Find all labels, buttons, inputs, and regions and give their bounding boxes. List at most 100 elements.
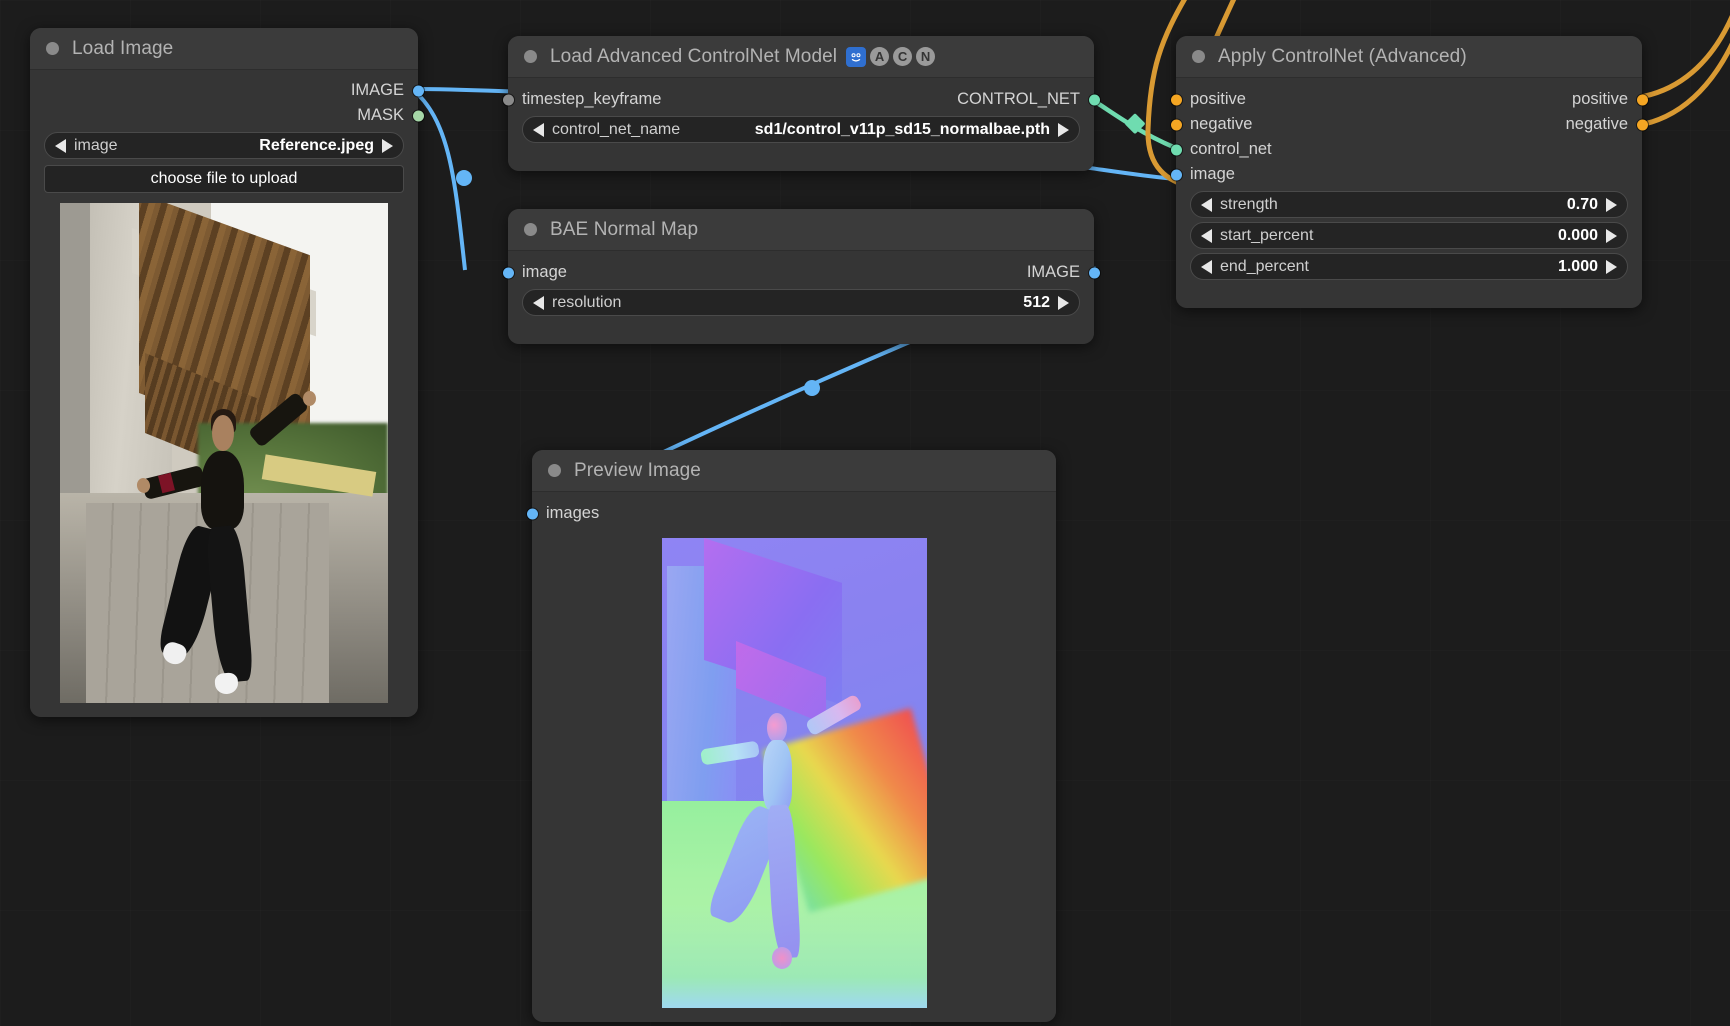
slot-row-image-image: image IMAGE <box>502 260 1100 285</box>
output-label-negative: negative <box>1565 115 1628 133</box>
widget-strength-number[interactable]: strength 0.70 <box>1190 191 1628 218</box>
node-preview-image[interactable]: Preview Image images <box>526 450 1056 1022</box>
chevron-right-icon[interactable] <box>1606 197 1617 212</box>
widget-value-control-net-name: sd1/control_v11p_sd15_normalbae.pth <box>754 120 1050 138</box>
node-bae-normal-map[interactable]: BAE Normal Map image IMAGE resolution 51… <box>502 209 1100 344</box>
output-port-control-net[interactable] <box>1088 94 1100 105</box>
widget-value-end-percent: 1.000 <box>1557 257 1598 275</box>
reference-photo <box>60 203 388 703</box>
output-port-negative[interactable] <box>1636 119 1648 130</box>
chevron-right-icon[interactable] <box>1606 259 1617 274</box>
widget-label-end-percent: end_percent <box>1220 257 1309 275</box>
node-title-text: Preview Image <box>574 459 701 481</box>
chevron-right-icon[interactable] <box>1606 228 1617 243</box>
input-port-images[interactable] <box>526 508 538 519</box>
widget-value-image: Reference.jpeg <box>259 136 374 154</box>
output-port-image[interactable] <box>1088 267 1100 278</box>
output-slot-image[interactable]: IMAGE <box>30 78 424 103</box>
output-label-image: IMAGE <box>1026 263 1080 281</box>
widget-label-strength: strength <box>1220 195 1278 213</box>
node-apply-controlnet-advanced[interactable]: Apply ControlNet (Advanced) positive pos… <box>1170 36 1648 308</box>
collapse-toggle-icon[interactable] <box>524 223 537 236</box>
chevron-left-icon[interactable] <box>55 138 66 153</box>
load-image-preview[interactable] <box>60 203 388 703</box>
node-title-bar[interactable]: Load Advanced ControlNet Model A C N <box>508 36 1094 78</box>
node-title-text: Apply ControlNet (Advanced) <box>1218 45 1467 67</box>
node-title-text: Load Image <box>72 37 174 59</box>
input-port-image[interactable] <box>502 267 514 278</box>
collapse-toggle-icon[interactable] <box>548 464 561 477</box>
badge-a: A <box>870 47 890 66</box>
slot-row-positive: positive positive <box>1170 87 1648 112</box>
preview-image-output[interactable] <box>661 538 927 1008</box>
choose-file-to-upload-button[interactable]: choose file to upload <box>44 165 404 193</box>
chevron-right-icon[interactable] <box>1058 122 1069 137</box>
output-slot-mask[interactable]: MASK <box>30 103 424 128</box>
slot-row-control-net: control_net <box>1170 137 1642 162</box>
node-title-bar[interactable]: BAE Normal Map <box>508 209 1094 251</box>
input-label-positive: positive <box>1190 90 1246 108</box>
output-label-control-net: CONTROL_NET <box>957 90 1080 108</box>
widget-control-net-name-combo[interactable]: control_net_name sd1/control_v11p_sd15_n… <box>522 116 1080 143</box>
node-title-text: Load Advanced ControlNet Model <box>550 45 838 67</box>
input-label-timestep-keyframe: timestep_keyframe <box>522 90 662 108</box>
slot-row-images: images <box>526 501 1056 526</box>
output-port-image[interactable] <box>412 85 424 96</box>
choose-file-label: choose file to upload <box>150 170 298 187</box>
output-label-positive: positive <box>1572 90 1628 108</box>
widget-label-start-percent: start_percent <box>1220 226 1314 244</box>
node-title-bar[interactable]: Preview Image <box>532 450 1056 492</box>
chevron-left-icon[interactable] <box>1201 228 1212 243</box>
node-body: timestep_keyframe CONTROL_NET control_ne… <box>502 78 1100 171</box>
normal-map-preview <box>661 538 927 1008</box>
node-load-image[interactable]: Load Image IMAGE MASK image Reference.jp… <box>30 28 424 717</box>
slot-row-image: image <box>1170 162 1642 187</box>
widget-value-strength: 0.70 <box>1566 195 1598 213</box>
widget-label-resolution: resolution <box>552 293 622 311</box>
widget-label-control-net-name: control_net_name <box>552 120 681 138</box>
input-port-control-net[interactable] <box>1170 144 1182 155</box>
node-body: images <box>526 492 1056 1022</box>
node-title-bar[interactable]: Apply ControlNet (Advanced) <box>1176 36 1642 78</box>
node-body: IMAGE MASK image Reference.jpeg choose f… <box>30 70 424 717</box>
input-port-negative[interactable] <box>1170 119 1182 130</box>
widget-value-start-percent: 0.000 <box>1557 226 1598 244</box>
slot-row-timestep-controlnet: timestep_keyframe CONTROL_NET <box>502 87 1100 112</box>
node-pack-icon <box>846 46 867 67</box>
input-label-image: image <box>522 263 567 281</box>
chevron-right-icon[interactable] <box>382 138 393 153</box>
chevron-right-icon[interactable] <box>1058 295 1069 310</box>
slot-row-negative: negative negative <box>1170 112 1648 137</box>
input-port-image[interactable] <box>1170 169 1182 180</box>
node-body: image IMAGE resolution 512 <box>502 251 1100 344</box>
widget-end-percent-number[interactable]: end_percent 1.000 <box>1190 253 1628 280</box>
input-port-positive[interactable] <box>1170 94 1182 105</box>
output-port-mask[interactable] <box>412 110 424 121</box>
output-port-positive[interactable] <box>1636 94 1648 105</box>
chevron-left-icon[interactable] <box>533 122 544 137</box>
widget-value-resolution: 512 <box>1023 293 1050 311</box>
collapse-toggle-icon[interactable] <box>46 42 59 55</box>
widget-start-percent-number[interactable]: start_percent 0.000 <box>1190 222 1628 249</box>
node-title-bar[interactable]: Load Image <box>30 28 418 70</box>
collapse-toggle-icon[interactable] <box>524 50 537 63</box>
widget-label-image: image <box>74 136 118 154</box>
output-label-image: IMAGE <box>350 81 404 99</box>
graph-canvas[interactable]: Load Image IMAGE MASK image Reference.jp… <box>0 0 1730 1026</box>
chevron-left-icon[interactable] <box>1201 197 1212 212</box>
input-port-timestep-keyframe[interactable] <box>502 94 514 105</box>
node-load-advanced-controlnet-model[interactable]: Load Advanced ControlNet Model A C N tim… <box>502 36 1100 171</box>
node-title-text: BAE Normal Map <box>550 218 699 240</box>
badge-n: N <box>916 47 936 66</box>
input-label-negative: negative <box>1190 115 1253 133</box>
chevron-left-icon[interactable] <box>533 295 544 310</box>
badge-c: C <box>893 47 913 66</box>
input-label-image: image <box>1190 165 1235 183</box>
input-label-images: images <box>546 504 600 522</box>
widget-image-combo[interactable]: image Reference.jpeg <box>44 132 404 159</box>
collapse-toggle-icon[interactable] <box>1192 50 1205 63</box>
node-body: positive positive negative negative cont… <box>1170 78 1648 308</box>
widget-resolution-number[interactable]: resolution 512 <box>522 289 1080 316</box>
chevron-left-icon[interactable] <box>1201 259 1212 274</box>
output-label-mask: MASK <box>357 106 404 124</box>
